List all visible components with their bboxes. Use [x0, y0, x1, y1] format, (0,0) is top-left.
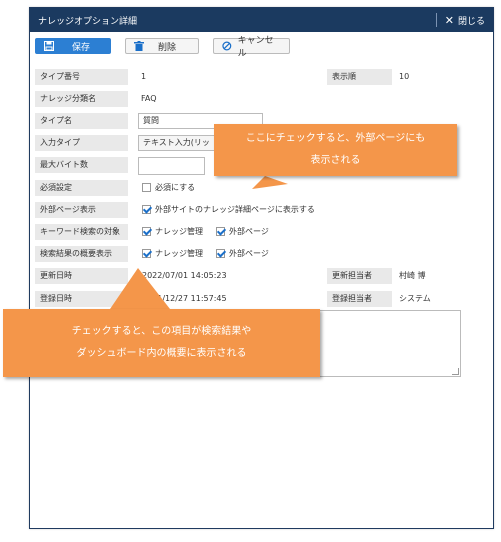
- summary-knowledge-checkbox[interactable]: ナレッジ管理: [142, 246, 203, 262]
- created-at-label: 登録日時: [35, 291, 128, 307]
- row-external-page: 外部ページ表示 外部サイトのナレッジ詳細ページに表示する: [35, 202, 487, 218]
- cancel-label: キャンセル: [237, 36, 274, 59]
- display-order-label: 表示順: [327, 69, 392, 85]
- keyword-target-label: キーワード検索の対象: [35, 224, 128, 240]
- dialog-title: ナレッジオプション詳細: [38, 16, 138, 27]
- summary-external-check-box[interactable]: [216, 249, 225, 258]
- delete-button[interactable]: 削除: [125, 38, 199, 54]
- type-name-label: タイプ名: [35, 113, 128, 129]
- top-callout: ここにチェックすると、外部ページにも 表示される: [214, 124, 457, 176]
- bottom-callout-line-2: ダッシュボード内の概要に表示される: [76, 348, 247, 359]
- save-button[interactable]: 保存: [35, 38, 111, 54]
- row-category-name: ナレッジ分類名 FAQ: [35, 91, 487, 107]
- trash-icon: [134, 41, 144, 51]
- close-label: 閉じる: [457, 16, 485, 27]
- delete-label: 削除: [158, 42, 177, 53]
- top-callout-line-2: 表示される: [310, 155, 361, 166]
- bottom-callout-line-1: チェックすると、この項目が検索結果や: [71, 326, 252, 337]
- required-option-label: 必須にする: [155, 183, 196, 192]
- type-no-label: タイプ番号: [35, 69, 128, 85]
- keyword-external-checkbox[interactable]: 外部ページ: [216, 224, 269, 240]
- summary-external-label: 外部ページ: [229, 249, 269, 258]
- keyword-external-check-box[interactable]: [216, 227, 225, 236]
- toolbar: 保存 削除 キャンセル: [35, 36, 290, 59]
- updated-at-value: 2022/07/01 14:05:23: [142, 271, 227, 280]
- resize-handle-icon[interactable]: [452, 368, 459, 375]
- cancel-button[interactable]: キャンセル: [213, 36, 290, 59]
- created-at-value: 2021/12/27 11:57:45: [142, 294, 227, 303]
- cancel-icon: [222, 41, 232, 51]
- row-type-no: タイプ番号 1 表示順 10: [35, 69, 487, 85]
- top-callout-line-1: ここにチェックすると、外部ページにも: [245, 133, 426, 144]
- save-icon: [44, 41, 54, 51]
- required-checkbox[interactable]: 必須にする: [142, 180, 195, 196]
- created-by-label: 登録担当者: [327, 291, 392, 307]
- row-created: 登録日時 2021/12/27 11:57:45 登録担当者 システム: [35, 291, 487, 307]
- updated-by-value: 村崎 博: [399, 271, 426, 280]
- type-no-value: 1: [141, 72, 147, 81]
- summary-knowledge-label: ナレッジ管理: [155, 249, 203, 258]
- close-button[interactable]: ✕ 閉じる: [445, 14, 485, 27]
- updated-by-label: 更新担当者: [327, 268, 392, 284]
- input-type-label: 入力タイプ: [35, 135, 128, 151]
- updated-at-label: 更新日時: [35, 268, 128, 284]
- summary-external-checkbox[interactable]: 外部ページ: [216, 246, 269, 262]
- keyword-knowledge-label: ナレッジ管理: [155, 227, 203, 236]
- save-label: 保存: [72, 42, 91, 53]
- bottom-callout: チェックすると、この項目が検索結果や ダッシュボード内の概要に表示される: [3, 309, 320, 377]
- required-check-box[interactable]: [142, 183, 151, 192]
- external-page-checkbox[interactable]: 外部サイトのナレッジ詳細ページに表示する: [142, 202, 315, 218]
- external-page-option-label: 外部サイトのナレッジ詳細ページに表示する: [155, 205, 315, 214]
- external-page-label: 外部ページ表示: [35, 202, 128, 218]
- summary-knowledge-check-box[interactable]: [142, 249, 151, 258]
- category-name-label: ナレッジ分類名: [35, 91, 128, 107]
- display-order-value: 10: [399, 72, 410, 81]
- max-bytes-label: 最大バイト数: [35, 157, 128, 173]
- close-icon: ✕: [444, 13, 454, 27]
- keyword-knowledge-check-box[interactable]: [142, 227, 151, 236]
- row-summary-display: 検索結果の概要表示 ナレッジ管理 外部ページ: [35, 246, 487, 262]
- required-label: 必須設定: [35, 180, 128, 196]
- row-required: 必須設定 必須にする: [35, 180, 487, 196]
- dialog-titlebar: ナレッジオプション詳細 ✕ 閉じる: [30, 8, 493, 32]
- external-page-check-box[interactable]: [142, 205, 151, 214]
- summary-display-label: 検索結果の概要表示: [35, 246, 128, 262]
- created-by-value: システム: [399, 294, 431, 303]
- keyword-external-label: 外部ページ: [229, 227, 269, 236]
- category-name-value: FAQ: [141, 94, 157, 103]
- knowledge-option-dialog: ナレッジオプション詳細 ✕ 閉じる 保存 削除 キャンセル タイプ番号 1 表示…: [29, 7, 494, 529]
- titlebar-divider: [435, 13, 437, 27]
- row-keyword-target: キーワード検索の対象 ナレッジ管理 外部ページ: [35, 224, 487, 240]
- keyword-knowledge-checkbox[interactable]: ナレッジ管理: [142, 224, 203, 240]
- max-bytes-input[interactable]: [138, 157, 205, 175]
- row-updated: 更新日時 2022/07/01 14:05:23 更新担当者 村崎 博: [35, 268, 487, 284]
